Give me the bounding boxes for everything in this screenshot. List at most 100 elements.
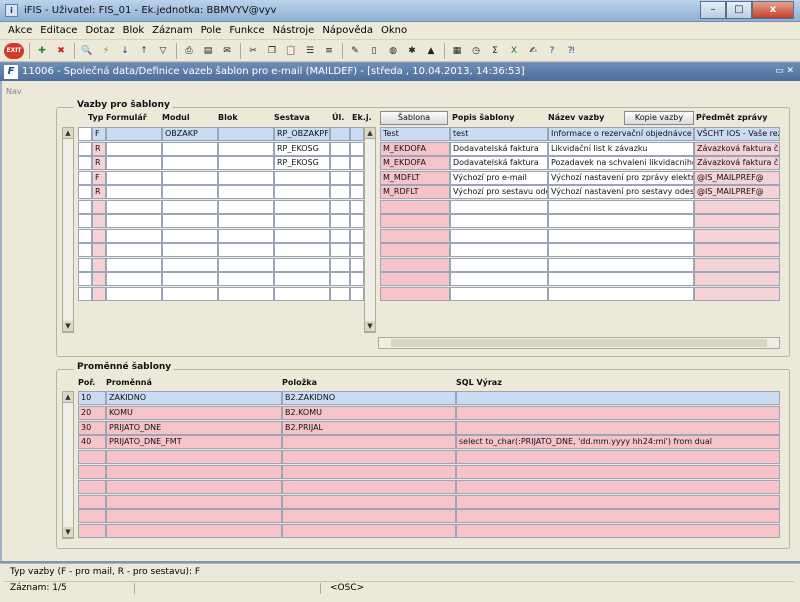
cell-promenna[interactable] (106, 524, 282, 539)
cell-popis[interactable] (450, 257, 548, 272)
cell-popis[interactable] (450, 243, 548, 257)
cell-sablona[interactable] (380, 286, 450, 301)
cell-promenna[interactable] (106, 494, 282, 509)
cell-ul[interactable] (330, 170, 350, 185)
cell-blok[interactable] (218, 156, 274, 170)
text-edit-icon[interactable]: ✍ (525, 43, 541, 59)
kopie-vazby-button[interactable]: Kopie vazby (624, 111, 694, 125)
cell-typ[interactable] (92, 228, 106, 243)
nav-panel[interactable]: Nav (6, 87, 22, 96)
cell-formular[interactable] (106, 286, 162, 301)
cell-sestava[interactable] (274, 185, 330, 199)
cell-modul[interactable] (162, 170, 218, 185)
menu-blok[interactable]: Blok (123, 25, 145, 36)
scroll-thumb[interactable] (391, 339, 767, 347)
cell-polozka[interactable] (282, 435, 456, 450)
cell-modul[interactable] (162, 272, 218, 286)
cell-formular[interactable] (106, 199, 162, 214)
exit-icon[interactable]: EXIT (4, 42, 24, 59)
cell-sablona[interactable]: M_EKDOFA (380, 156, 450, 170)
cell-ekj[interactable] (350, 214, 364, 228)
clock-icon[interactable]: ◷ (468, 43, 484, 59)
sort-asc-icon[interactable]: ↓ (117, 43, 133, 59)
cell-sql[interactable] (456, 420, 780, 435)
cell-sql[interactable] (456, 494, 780, 509)
cell-predmet[interactable] (694, 272, 780, 286)
cell-formular[interactable] (106, 185, 162, 199)
cell-sql[interactable]: select to_char(:PRIJATO_DNE, 'dd.mm.yyyy… (456, 435, 780, 450)
cell-sql[interactable] (456, 450, 780, 465)
cell-blok[interactable] (218, 243, 274, 257)
cell-promenna[interactable] (106, 450, 282, 465)
cell-typ[interactable]: R (92, 141, 106, 156)
calendar-icon[interactable]: ▦ (449, 43, 465, 59)
vazby-horizontal-scrollbar[interactable] (378, 337, 780, 349)
cell-ul[interactable] (330, 243, 350, 257)
cell-polozka[interactable] (282, 524, 456, 539)
cell-sestava[interactable] (274, 286, 330, 301)
cell-ekj[interactable] (350, 185, 364, 199)
cell-modul[interactable] (162, 286, 218, 301)
help-icon[interactable]: ? (544, 43, 560, 59)
cell-blok[interactable] (218, 127, 274, 141)
gear-icon[interactable]: ✱ (404, 43, 420, 59)
cell-modul[interactable] (162, 156, 218, 170)
close-button[interactable]: x (752, 1, 794, 19)
row-checkbox[interactable] (78, 185, 92, 199)
cell-sestava[interactable]: RP_EKOSG (274, 141, 330, 156)
cell-predmet[interactable]: @IS_MAILPREF@ (694, 170, 780, 185)
scroll-up-icon[interactable]: ▲ (365, 128, 375, 139)
minimize-button[interactable]: – (700, 1, 726, 19)
cell-por[interactable] (78, 450, 106, 465)
cell-predmet[interactable]: Závazková faktura čís (694, 156, 780, 170)
cell-predmet[interactable] (694, 286, 780, 301)
menu-napoveda[interactable]: Nápověda (322, 25, 373, 36)
vazby-right-scrollbar[interactable]: ▲ ▼ (364, 127, 376, 333)
cell-formular[interactable] (106, 127, 162, 141)
cell-blok[interactable] (218, 272, 274, 286)
print-icon[interactable]: ⎙ (181, 43, 197, 59)
cell-popis[interactable] (450, 272, 548, 286)
cell-por[interactable]: 30 (78, 420, 106, 435)
cell-sablona[interactable] (380, 243, 450, 257)
cell-ul[interactable] (330, 286, 350, 301)
cell-ekj[interactable] (350, 272, 364, 286)
cell-ekj[interactable] (350, 141, 364, 156)
cell-por[interactable]: 10 (78, 391, 106, 405)
cell-predmet[interactable]: Závazková faktura čís (694, 141, 780, 156)
row-checkbox[interactable] (78, 156, 92, 170)
cell-formular[interactable] (106, 257, 162, 272)
cell-ul[interactable] (330, 127, 350, 141)
cell-sablona[interactable]: M_MDFLT (380, 170, 450, 185)
cell-modul[interactable] (162, 243, 218, 257)
cell-sablona[interactable]: M_RDFLT (380, 185, 450, 199)
cell-sestava[interactable] (274, 228, 330, 243)
cell-sablona[interactable] (380, 228, 450, 243)
cell-sablona[interactable]: Test (380, 127, 450, 141)
cell-polozka[interactable] (282, 494, 456, 509)
context-help-icon[interactable]: ⁈ (563, 43, 579, 59)
cell-sestava[interactable] (274, 272, 330, 286)
cell-blok[interactable] (218, 141, 274, 156)
cell-sql[interactable] (456, 391, 780, 405)
cell-blok[interactable] (218, 286, 274, 301)
cell-sql[interactable] (456, 479, 780, 494)
cell-ekj[interactable] (350, 199, 364, 214)
cell-typ[interactable] (92, 272, 106, 286)
cell-ekj[interactable] (350, 127, 364, 141)
row-checkbox[interactable] (78, 272, 92, 286)
cut-icon[interactable]: ✂ (245, 43, 261, 59)
cell-sestava[interactable] (274, 243, 330, 257)
cell-por[interactable] (78, 524, 106, 539)
cell-por[interactable] (78, 465, 106, 479)
cell-popis[interactable]: Dodavatelská faktura (450, 141, 548, 156)
cell-promenna[interactable]: ZAKIDNO (106, 391, 282, 405)
cell-modul[interactable] (162, 257, 218, 272)
cell-typ[interactable]: F (92, 170, 106, 185)
cell-typ[interactable] (92, 257, 106, 272)
cell-formular[interactable] (106, 243, 162, 257)
row-checkbox[interactable] (78, 243, 92, 257)
cell-modul[interactable] (162, 141, 218, 156)
cell-nazev[interactable]: Výchozí nastavení pro sestavy odesíl (548, 185, 694, 199)
cell-nazev[interactable] (548, 243, 694, 257)
